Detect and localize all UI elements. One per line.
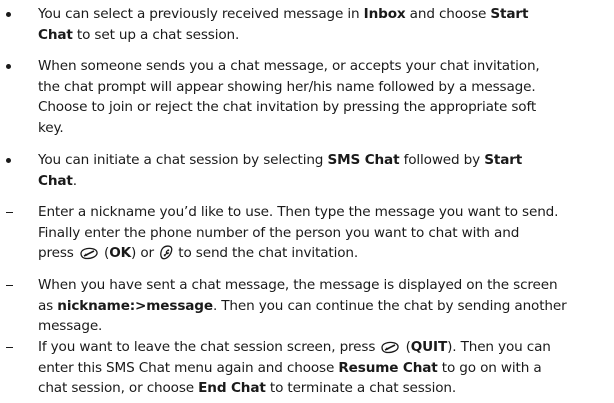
bold-term: QUIT — [410, 339, 448, 355]
bold-term: Start — [490, 6, 529, 22]
text-line: Chat. — [38, 172, 77, 189]
bold-term: Resume Chat — [338, 359, 438, 376]
bold-term: OK — [109, 245, 131, 261]
item-text: You can select a previously received mes… — [38, 4, 610, 45]
text-line: chat session, or choose End Chat to term… — [38, 380, 457, 396]
item-text: When someone sends you a chat message, o… — [38, 56, 610, 138]
item-text: When you have sent a chat message, the m… — [38, 275, 610, 337]
bold-term: Chat — [38, 26, 73, 43]
text-line: enter this SMS Chat menu again and choos… — [38, 359, 542, 376]
text-line: You can initiate a chat session by selec… — [38, 152, 523, 168]
item-text: If you want to leave the chat session sc… — [38, 337, 610, 399]
send-key-icon — [159, 245, 173, 260]
text-line: press (OK) or to send the chat invitatio… — [38, 245, 358, 261]
text-line: the chat prompt will appear showing her/… — [38, 78, 536, 95]
item-text: Enter a nickname you’d like to use. Then… — [38, 202, 610, 264]
text-line: Choose to join or reject the chat invita… — [38, 99, 537, 115]
text-line: Chat to set up a chat session. — [38, 26, 240, 43]
text-line: When you have sent a chat message, the m… — [38, 277, 558, 293]
text-line: key. — [38, 119, 64, 136]
bold-term: End Chat — [198, 380, 266, 396]
item-text: You can initiate a chat session by selec… — [38, 150, 610, 191]
bold-term: Start — [484, 152, 523, 168]
manual-page: You can select a previously received mes… — [0, 0, 614, 403]
text-line: If you want to leave the chat session sc… — [38, 339, 551, 355]
text-line: When someone sends you a chat message, o… — [38, 58, 540, 74]
bold-term: Inbox — [363, 6, 406, 22]
text-line: Finally enter the phone number of the pe… — [38, 224, 520, 241]
soft-key-icon — [79, 246, 99, 260]
text-line: You can select a previously received mes… — [38, 6, 529, 22]
text-line: message. — [38, 318, 103, 334]
bold-term: Chat — [38, 172, 73, 189]
text-line: as nickname:>message. Then you can conti… — [38, 297, 567, 314]
text-line: Enter a nickname you’d like to use. Then… — [38, 204, 559, 220]
soft-key-icon — [380, 340, 400, 354]
bold-term: nickname:>message — [57, 297, 213, 314]
bold-term: SMS Chat — [327, 152, 400, 168]
